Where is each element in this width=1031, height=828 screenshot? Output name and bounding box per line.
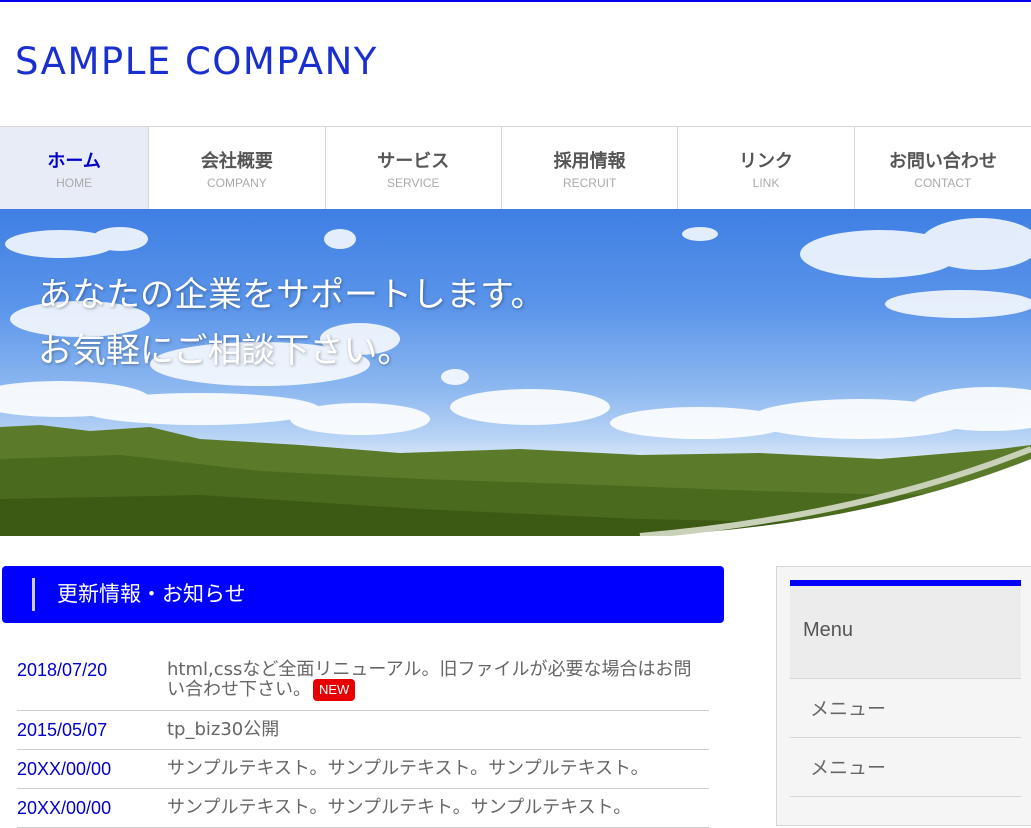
nav-item-service[interactable]: サービス SERVICE [326,127,502,209]
company-logo[interactable]: SAMPLE COMPANY [15,40,378,83]
sidebar-heading: Menu [790,586,1021,679]
sidebar-menu-item[interactable]: メニュー [790,738,1021,797]
news-list: 2018/07/20 html,cssなど全面リニューアル。旧ファイルが必要な場… [17,652,709,828]
nav-label: 会社概要 [200,150,273,172]
news-text: html,cssなど全面リニューアル。旧ファイルが必要な場合はお問い合わせ下さい… [167,660,709,710]
nav-sublabel: RECRUIT [562,175,617,190]
sidebar-menu-label: メニュー [810,698,887,720]
sidebar-menu-item[interactable]: メニュー [790,679,1021,738]
nav-item-home[interactable]: ホーム HOME [0,127,150,209]
nav-label: リンク [738,150,793,172]
nav-sublabel: HOME [56,175,93,190]
sidebar-heading-text: Menu [803,619,854,641]
news-item: 2018/07/20 html,cssなど全面リニューアル。旧ファイルが必要な場… [17,652,709,711]
news-text-body[interactable]: html,cssなど全面リニューアル。旧ファイルが必要な場合はお問い合わせ下さい… [167,659,691,700]
sidebar: Menu メニュー メニュー [776,566,1031,826]
nav-sublabel: SERVICE [387,175,440,190]
hero-line-2: お気軽にご相談下さい。 [38,331,412,371]
sidebar-menu-label: メニュー [810,757,887,779]
global-nav: ホーム HOME 会社概要 COMPANY サービス SERVICE 採用情報 … [0,126,1031,210]
nav-sublabel: LINK [752,175,780,190]
nav-label: サービス [377,150,450,172]
news-item: 20XX/00/00 サンプルテキスト。サンプルテキスト。サンプルテキスト。 [17,750,709,789]
news-heading-text: 更新情報・お知らせ [57,582,246,606]
nav-label: 採用情報 [553,150,626,172]
news-text: tp_biz30公開 [167,719,280,740]
heading-marker [32,578,35,611]
nav-item-link[interactable]: リンク LINK [678,127,855,209]
nav-sublabel: COMPANY [207,175,267,190]
news-item: 20XX/00/00 サンプルテキスト。サンプルテキト。サンプルテキスト。 [17,789,709,828]
nav-sublabel: CONTACT [914,175,972,190]
news-heading: 更新情報・お知らせ [2,566,724,623]
new-badge: NEW [313,679,356,701]
news-item: 2015/05/07 tp_biz30公開 [17,711,709,750]
news-date: 20XX/00/00 [17,759,112,779]
hero-banner: あなたの企業をサポートします。 お気軽にご相談下さい。 [0,209,1031,536]
news-text: サンプルテキスト。サンプルテキスト。サンプルテキスト。 [167,758,649,779]
hero-catchcopy: あなたの企業をサポートします。 お気軽にご相談下さい。 [38,267,545,379]
nav-label: ホーム [47,150,101,172]
nav-item-contact[interactable]: お問い合わせ CONTACT [855,127,1031,209]
news-date: 2015/05/07 [17,720,108,740]
nav-item-recruit[interactable]: 採用情報 RECRUIT [502,127,679,209]
news-date: 2018/07/20 [17,660,108,680]
nav-label: お問い合わせ [888,150,997,172]
hero-line-1: あなたの企業をサポートします。 [38,275,545,315]
top-accent-line [0,0,1031,2]
nav-item-company[interactable]: 会社概要 COMPANY [149,127,326,209]
